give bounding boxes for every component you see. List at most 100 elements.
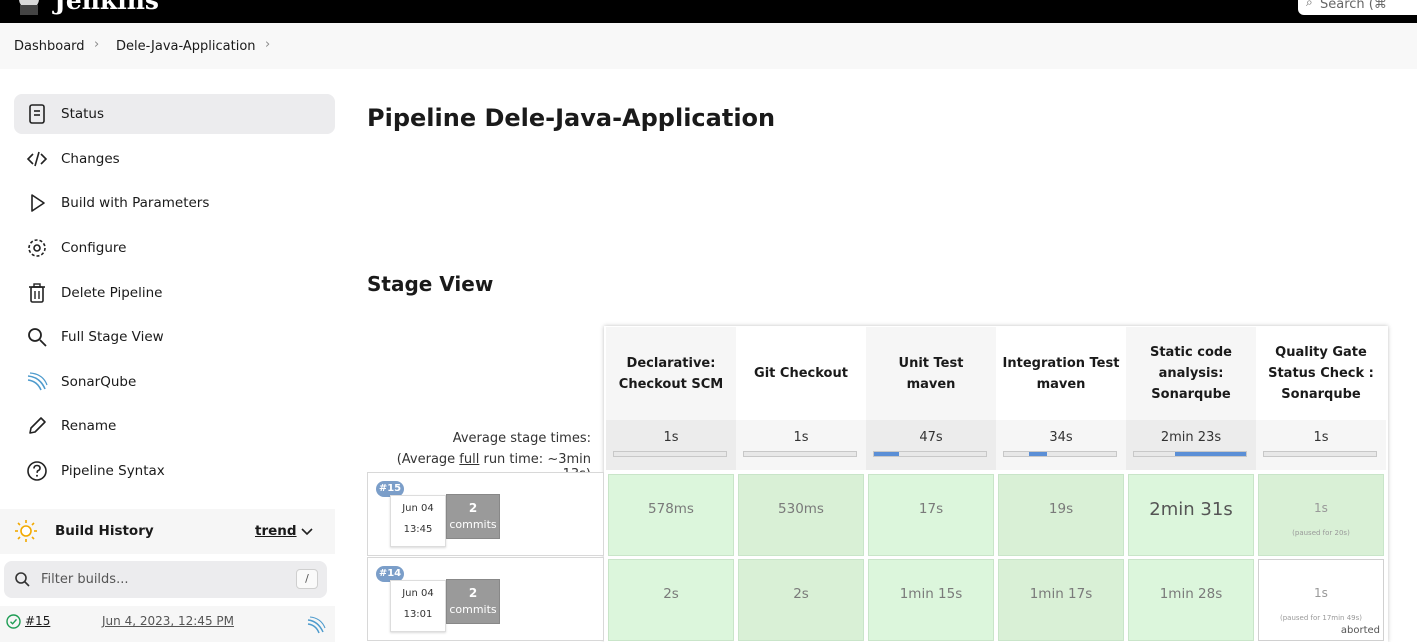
pencil-icon <box>29 417 46 434</box>
build-run-row[interactable]: #14 Jun 04 13:01 2 commits <box>367 557 604 641</box>
commits-count: 2 <box>468 501 478 515</box>
build-history-header: Build History trend <box>0 509 335 554</box>
stage-result-cell[interactable]: 19s <box>998 474 1124 556</box>
average-time-value: 47s <box>919 430 943 445</box>
average-time-value: 2min 23s <box>1160 430 1222 445</box>
stage-header: Git Checkout <box>736 327 866 420</box>
stage-header: Integration Test maven <box>996 327 1126 420</box>
filter-builds-input[interactable]: Filter builds... / <box>4 561 327 598</box>
search-icon <box>15 572 30 587</box>
sidebar-item-label: Pipeline Syntax <box>61 463 165 479</box>
stage-status-label: aborted <box>1340 625 1380 636</box>
breadcrumb-dashboard[interactable]: Dashboard <box>14 39 85 54</box>
stage-view-title: Stage View <box>367 272 494 296</box>
stage-result-cell[interactable]: 1min 15s <box>868 559 994 641</box>
stage-duration: 2min 31s <box>1149 499 1233 520</box>
stage-result-cell[interactable]: 1s (paused for 17min 49s) aborted <box>1258 559 1384 641</box>
average-time-value: 1s <box>793 430 809 445</box>
commits-label: commits <box>449 603 497 616</box>
stage-header: Static code analysis: Sonarqube <box>1126 327 1256 420</box>
stage-result-cell[interactable]: 1min 28s <box>1128 559 1254 641</box>
breadcrumb-separator-icon[interactable]: › <box>265 37 270 52</box>
trash-icon <box>29 283 45 303</box>
jenkins-logo-icon[interactable] <box>14 0 44 15</box>
weather-sunny-icon <box>15 520 37 542</box>
play-icon <box>31 194 45 212</box>
breadcrumb-separator-icon[interactable]: › <box>94 37 99 52</box>
stage-result-cell[interactable]: 2s <box>608 559 734 641</box>
sidebar-item-label: Status <box>61 106 105 122</box>
sidebar-item-status[interactable]: Status <box>14 94 335 134</box>
trend-link[interactable]: trend <box>255 523 297 539</box>
sidebar-item-label: SonarQube <box>61 374 137 390</box>
stage-result-cell[interactable]: 1s (paused for 20s) <box>1258 474 1384 556</box>
average-time-progress-fill <box>1028 452 1047 456</box>
sidebar-item-configure[interactable]: Configure <box>14 228 335 268</box>
stage-header: Unit Test maven <box>866 327 996 420</box>
stage-result-cell[interactable]: 1min 17s <box>998 559 1124 641</box>
jenkins-logo-text[interactable]: Jenkins <box>54 0 159 15</box>
average-time-value: 1s <box>663 430 679 445</box>
build-run-row[interactable]: #15 Jun 04 13:45 2 commits <box>367 472 604 556</box>
stage-duration: 1min 17s <box>1029 586 1093 602</box>
sidebar-item-label: Full Stage View <box>61 329 164 345</box>
build-date: Jun 04 13:01 <box>390 580 446 632</box>
build-history-title: Build History <box>55 523 154 539</box>
full-run-link[interactable]: full <box>459 452 479 467</box>
stage-duration: 530ms <box>778 501 824 517</box>
sidebar-item-label: Delete Pipeline <box>61 285 163 301</box>
sidebar-item-label: Rename <box>61 418 117 434</box>
stage-pause-note: (paused for 17min 49s) <box>1280 614 1362 622</box>
search-placeholder: Search (⌘ <box>1320 0 1387 12</box>
stage-duration: 2s <box>663 586 679 602</box>
search-input[interactable]: ⌕ Search (⌘ <box>1298 0 1417 15</box>
sidebar-item-full-stage-view[interactable]: Full Stage View <box>14 317 335 357</box>
sidebar-item-sonarqube[interactable]: SonarQube <box>14 362 335 402</box>
chevron-down-icon[interactable] <box>300 525 314 539</box>
build-history-row[interactable]: #15 Jun 4, 2023, 12:45 PM <box>0 606 335 642</box>
commits-label: commits <box>449 518 497 531</box>
sidebar-item-label: Build with Parameters <box>61 195 210 211</box>
average-time-progress-fill <box>1175 452 1246 456</box>
stage-pause-note: (paused for 20s) <box>1292 529 1350 537</box>
sidebar-item-pipeline-syntax[interactable]: Pipeline Syntax <box>14 451 335 491</box>
stage-result-cell[interactable]: 17s <box>868 474 994 556</box>
commits-button[interactable]: 2 commits <box>446 494 500 539</box>
average-time-progress-bar <box>1003 451 1117 457</box>
stage-average-time: 1s <box>606 420 736 470</box>
help-icon <box>27 461 47 481</box>
stage-result-cell[interactable]: 530ms <box>738 474 864 556</box>
sidebar-item-delete-pipeline[interactable]: Delete Pipeline <box>14 273 335 313</box>
average-time-value: 34s <box>1049 430 1073 445</box>
stage-header: Declarative: Checkout SCM <box>606 327 736 420</box>
stage-duration: 578ms <box>648 501 694 517</box>
stage-average-time: 2min 23s <box>1126 420 1256 470</box>
stage-duration: 19s <box>1048 501 1074 517</box>
sonarqube-icon[interactable] <box>306 615 326 635</box>
average-time-value: 1s <box>1313 430 1329 445</box>
average-stage-times-label: Average stage times: <box>452 431 591 446</box>
sidebar-item-changes[interactable]: Changes <box>14 139 335 179</box>
stage-result-cell[interactable]: 578ms <box>608 474 734 556</box>
build-date-link[interactable]: Jun 4, 2023, 12:45 PM <box>102 614 234 628</box>
sidebar-item-label: Changes <box>61 151 120 167</box>
stage-result-cell[interactable]: 2min 31s <box>1128 474 1254 556</box>
average-time-progress-bar <box>1263 451 1377 457</box>
success-check-icon <box>6 614 21 629</box>
commits-button[interactable]: 2 commits <box>446 579 500 624</box>
breadcrumb-job[interactable]: Dele-Java-Application <box>116 39 256 54</box>
keyboard-shortcut-hint: / <box>296 569 318 589</box>
average-time-progress-fill <box>874 452 899 456</box>
average-time-progress-bar <box>743 451 857 457</box>
stage-result-cell[interactable]: 2s <box>738 559 864 641</box>
sidebar-item-build-with-parameters[interactable]: Build with Parameters <box>14 183 335 223</box>
stage-average-time: 1s <box>1256 420 1386 470</box>
average-time-progress-bar <box>873 451 987 457</box>
stage-duration: 2s <box>793 586 809 602</box>
build-date: Jun 04 13:45 <box>390 495 446 547</box>
build-number-link[interactable]: #15 <box>25 614 50 628</box>
sidebar-item-rename[interactable]: Rename <box>14 406 335 446</box>
filter-placeholder: Filter builds... <box>41 572 129 587</box>
stage-average-time: 34s <box>996 420 1126 470</box>
search-icon <box>28 328 47 347</box>
